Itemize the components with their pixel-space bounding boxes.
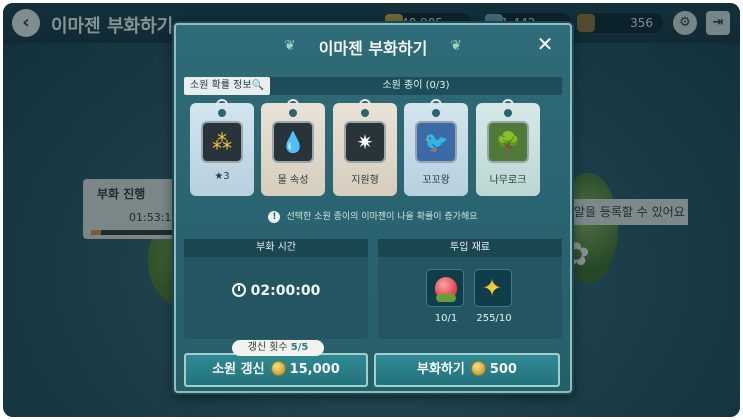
sparkle-star-icon: ✦ — [482, 274, 503, 302]
wish-card-water[interactable]: 💧 물 속성 — [261, 99, 325, 196]
hatch-button[interactable]: 부화하기 500 — [374, 353, 560, 387]
materials-header: 투입 재료 — [378, 239, 562, 257]
wish-paper-count: 소원 종이 (0/3) — [382, 80, 450, 91]
peach-icon — [435, 277, 457, 302]
search-icon: 🔍 — [251, 80, 264, 91]
tree-creature-icon: 🌳 — [487, 121, 529, 163]
close-icon[interactable]: ✕ — [534, 33, 556, 55]
hatch-modal: ❦ 이마젠 부화하기 ❦ ✕ 소원 확률 정보 🔍 소원 종이 (0/3) ⁂ ★… — [174, 23, 572, 393]
info-icon: ! — [268, 211, 281, 223]
materials-panel: 투입 재료 10/1 ✦ 255/10 — [378, 239, 562, 339]
hatch-time-panel: 부화 시간 02:00:00 — [184, 239, 368, 339]
renew-count-badge: 갱신 횟수 5/5 — [232, 340, 324, 356]
hatch-time-value: 02:00:00 — [184, 283, 368, 299]
material-star[interactable]: ✦ 255/10 — [474, 269, 514, 324]
wish-card-kkokkowang[interactable]: 🐦 꼬꼬왕 — [404, 99, 468, 196]
three-stars-icon: ⁂ — [201, 121, 243, 163]
gold-coin-icon — [270, 361, 286, 376]
bird-creature-icon: 🐦 — [415, 121, 457, 163]
wish-paper-bar: 소원 확률 정보 🔍 소원 종이 (0/3) — [184, 77, 562, 95]
wish-card-namurok[interactable]: 🌳 나무로크 — [476, 99, 540, 196]
probability-notice: ! 선택한 소원 종이의 이마젠이 나올 확률이 증가해요 — [176, 209, 570, 223]
modal-title: 이마젠 부화하기 — [318, 39, 428, 58]
wish-card-three-star[interactable]: ⁂ ★3 — [190, 99, 254, 196]
hatch-time-header: 부화 시간 — [184, 239, 368, 257]
wish-probability-info-button[interactable]: 소원 확률 정보 🔍 — [184, 77, 270, 95]
leaf-ornament-right-icon: ❦ — [450, 38, 462, 54]
wish-card-support[interactable]: ✷ 지원형 — [333, 99, 397, 196]
renew-wish-button[interactable]: 소원 갱신 15,000 — [184, 353, 368, 387]
support-hands-icon: ✷ — [344, 121, 386, 163]
water-drop-icon: 💧 — [272, 121, 314, 163]
material-peach[interactable]: 10/1 — [426, 269, 466, 324]
gold-coin-icon — [470, 361, 486, 376]
wish-card-list: ⁂ ★3 💧 물 속성 ✷ 지원형 🐦 꼬꼬왕 🌳 나무로크 — [190, 99, 556, 198]
clock-icon — [231, 283, 246, 297]
modal-header: ❦ 이마젠 부화하기 ❦ ✕ — [176, 25, 570, 65]
